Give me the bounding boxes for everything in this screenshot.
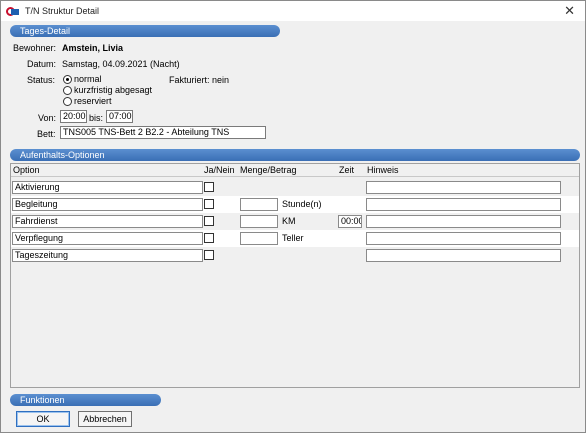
- unit-label: Stunde(n): [282, 199, 322, 209]
- hinweis-input[interactable]: [366, 232, 561, 245]
- dialog-window: T/N Struktur Detail ✕ Tages-Detail Bewoh…: [0, 0, 586, 433]
- hinweis-input[interactable]: [366, 215, 561, 228]
- header-menge-betrag: Menge/Betrag: [240, 165, 297, 175]
- table-row: Aktivierung: [11, 179, 579, 196]
- unit-label: KM: [282, 216, 296, 226]
- ja-nein-checkbox[interactable]: [204, 216, 214, 226]
- header-hinweis: Hinweis: [367, 165, 399, 175]
- bett-label: Bett:: [37, 129, 56, 139]
- radio-icon: [63, 85, 72, 95]
- bis-time-field[interactable]: 07:00: [106, 110, 133, 123]
- hinweis-input[interactable]: [366, 249, 561, 262]
- title-bar: T/N Struktur Detail ✕: [1, 1, 585, 21]
- menge-input[interactable]: [240, 215, 278, 228]
- status-option-label: reserviert: [74, 96, 112, 106]
- section-tages-detail: Tages-Detail: [10, 25, 280, 37]
- von-label: Von:: [38, 113, 57, 123]
- table-row: Fahrdienst KM 00:00: [11, 213, 579, 230]
- menge-input[interactable]: [240, 198, 278, 211]
- close-icon[interactable]: ✕: [564, 3, 575, 19]
- von-time-field[interactable]: 20:00: [60, 110, 87, 123]
- option-name: Begleitung: [12, 198, 203, 211]
- hinweis-input[interactable]: [366, 198, 561, 211]
- status-option-label: kurzfristig abgesagt: [74, 85, 153, 95]
- section-aufenthalts-optionen: Aufenthalts-Optionen: [10, 149, 580, 161]
- ja-nein-checkbox[interactable]: [204, 182, 214, 192]
- status-option-label: normal: [74, 74, 102, 84]
- header-zeit: Zeit: [339, 165, 355, 175]
- table-row: Tageszeitung: [11, 247, 579, 264]
- status-label: Status:: [27, 75, 56, 85]
- window-title: T/N Struktur Detail: [25, 6, 100, 16]
- ja-nein-checkbox[interactable]: [204, 199, 214, 209]
- zeit-input[interactable]: 00:00: [338, 215, 362, 228]
- option-name: Verpflegung: [12, 232, 203, 245]
- header-ja-nein: Ja/Nein: [204, 165, 235, 175]
- options-grid: Option Ja/Nein Menge/Betrag Zeit Hinweis…: [10, 163, 580, 388]
- app-logo-icon: [6, 6, 20, 17]
- datum-value: Samstag, 04.09.2021 (Nacht): [62, 59, 180, 69]
- status-radio-reserviert[interactable]: reserviert: [63, 96, 112, 106]
- table-row: Begleitung Stunde(n): [11, 196, 579, 213]
- unit-label: Teller: [282, 233, 304, 243]
- menge-input[interactable]: [240, 232, 278, 245]
- option-name: Tageszeitung: [12, 249, 203, 262]
- datum-label: Datum:: [27, 59, 57, 69]
- fakturiert-status: Fakturiert: nein: [169, 75, 230, 85]
- abbrechen-button[interactable]: Abbrechen: [78, 411, 132, 427]
- ja-nein-checkbox[interactable]: [204, 233, 214, 243]
- status-radio-kurzfristig[interactable]: kurzfristig abgesagt: [63, 85, 152, 95]
- hinweis-input[interactable]: [366, 181, 561, 194]
- ja-nein-checkbox[interactable]: [204, 250, 214, 260]
- table-row: Verpflegung Teller: [11, 230, 579, 247]
- radio-icon: [63, 74, 72, 84]
- status-radio-normal[interactable]: normal: [63, 74, 102, 84]
- ok-button[interactable]: OK: [16, 411, 70, 427]
- bewohner-value: Amstein, Livia: [62, 43, 124, 53]
- bewohner-label: Bewohner:: [13, 43, 57, 53]
- bis-label: bis:: [89, 113, 104, 123]
- section-funktionen: Funktionen: [10, 394, 161, 406]
- option-name: Aktivierung: [12, 181, 203, 194]
- bett-field[interactable]: TNS005 TNS-Bett 2 B2.2 - Abteilung TNS: [60, 126, 266, 139]
- grid-header-row: Option Ja/Nein Menge/Betrag Zeit Hinweis: [11, 164, 579, 177]
- header-option: Option: [13, 165, 40, 175]
- option-name: Fahrdienst: [12, 215, 203, 228]
- radio-icon: [63, 96, 72, 106]
